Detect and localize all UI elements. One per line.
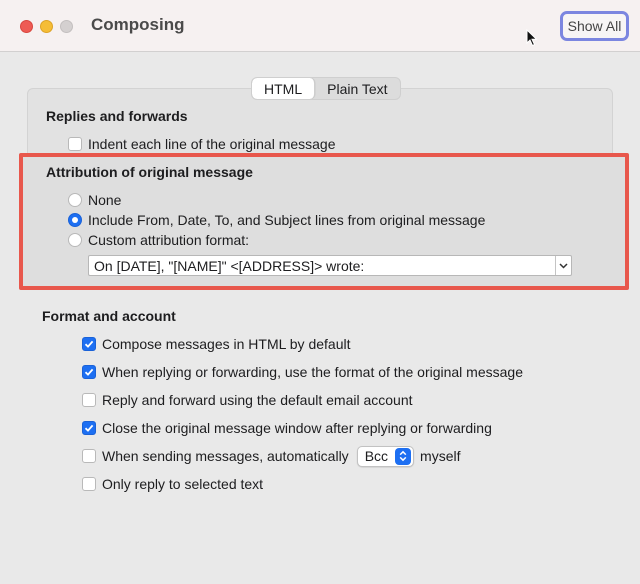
attribution-option-include[interactable]: Include From, Date, To, and Subject line… — [68, 211, 485, 229]
selected-text-checkbox[interactable] — [82, 477, 96, 491]
checkmark-icon — [84, 368, 94, 376]
auto-bcc-checkbox[interactable] — [82, 449, 96, 463]
format-option-default-account[interactable]: Reply and forward using the default emai… — [82, 391, 413, 409]
radio-include-lines[interactable] — [68, 213, 82, 227]
format-option-selected-text[interactable]: Only reply to selected text — [82, 475, 263, 493]
radio-none-label: None — [88, 192, 122, 208]
bcc-popup-value: Bcc — [364, 448, 389, 464]
tab-plain-text[interactable]: Plain Text — [315, 78, 399, 99]
title-bar: Composing Show All — [0, 0, 640, 52]
custom-attribution-combo[interactable]: On [DATE], "[NAME]" <[ADDRESS]> wrote: — [88, 255, 572, 276]
radio-include-label: Include From, Date, To, and Subject line… — [88, 212, 486, 228]
attribution-option-custom[interactable]: Custom attribution format: — [68, 231, 249, 249]
radio-none[interactable] — [68, 193, 82, 207]
auto-bcc-suffix: myself — [420, 448, 461, 464]
up-down-chevron-icon — [395, 447, 412, 465]
bcc-popup-button[interactable]: Bcc — [356, 445, 415, 467]
checkmark-icon — [84, 340, 94, 348]
close-window-checkbox[interactable] — [82, 421, 96, 435]
format-option-auto-bcc[interactable]: When sending messages, automatically Bcc… — [82, 445, 461, 467]
auto-bcc-label: When sending messages, automatically — [102, 448, 349, 464]
checkmark-icon — [84, 424, 94, 432]
zoom-window-button[interactable] — [60, 20, 73, 33]
indent-option[interactable]: Indent each line of the original message — [68, 135, 336, 153]
original-format-label: When replying or forwarding, use the for… — [102, 364, 523, 380]
close-window-button[interactable] — [20, 20, 33, 33]
mouse-pointer-icon — [526, 29, 538, 47]
original-format-checkbox[interactable] — [82, 365, 96, 379]
html-default-label: Compose messages in HTML by default — [102, 336, 351, 352]
default-account-label: Reply and forward using the default emai… — [102, 392, 413, 408]
format-heading: Format and account — [42, 308, 176, 324]
selected-text-label: Only reply to selected text — [102, 476, 264, 492]
default-account-checkbox[interactable] — [82, 393, 96, 407]
show-all-button[interactable]: Show All — [560, 11, 629, 41]
minimize-window-button[interactable] — [40, 20, 53, 33]
format-option-original-format[interactable]: When replying or forwarding, use the for… — [82, 363, 523, 381]
html-default-checkbox[interactable] — [82, 337, 96, 351]
tab-html[interactable]: HTML — [252, 78, 316, 99]
window-title: Composing — [91, 15, 185, 34]
format-segmented-control: HTML Plain Text — [251, 77, 401, 100]
indent-label: Indent each line of the original message — [88, 136, 336, 152]
custom-attribution-field[interactable]: On [DATE], "[NAME]" <[ADDRESS]> wrote: — [89, 258, 555, 274]
attribution-option-none[interactable]: None — [68, 191, 121, 209]
replies-heading: Replies and forwards — [46, 108, 188, 124]
indent-checkbox[interactable] — [68, 137, 82, 151]
radio-custom-label: Custom attribution format: — [88, 232, 250, 248]
radio-custom[interactable] — [68, 233, 82, 247]
chevron-down-icon[interactable] — [555, 256, 571, 275]
close-window-label: Close the original message window after … — [102, 420, 492, 436]
format-option-close-window[interactable]: Close the original message window after … — [82, 419, 492, 437]
format-option-html-default[interactable]: Compose messages in HTML by default — [82, 335, 350, 353]
attribution-heading: Attribution of original message — [46, 164, 253, 180]
